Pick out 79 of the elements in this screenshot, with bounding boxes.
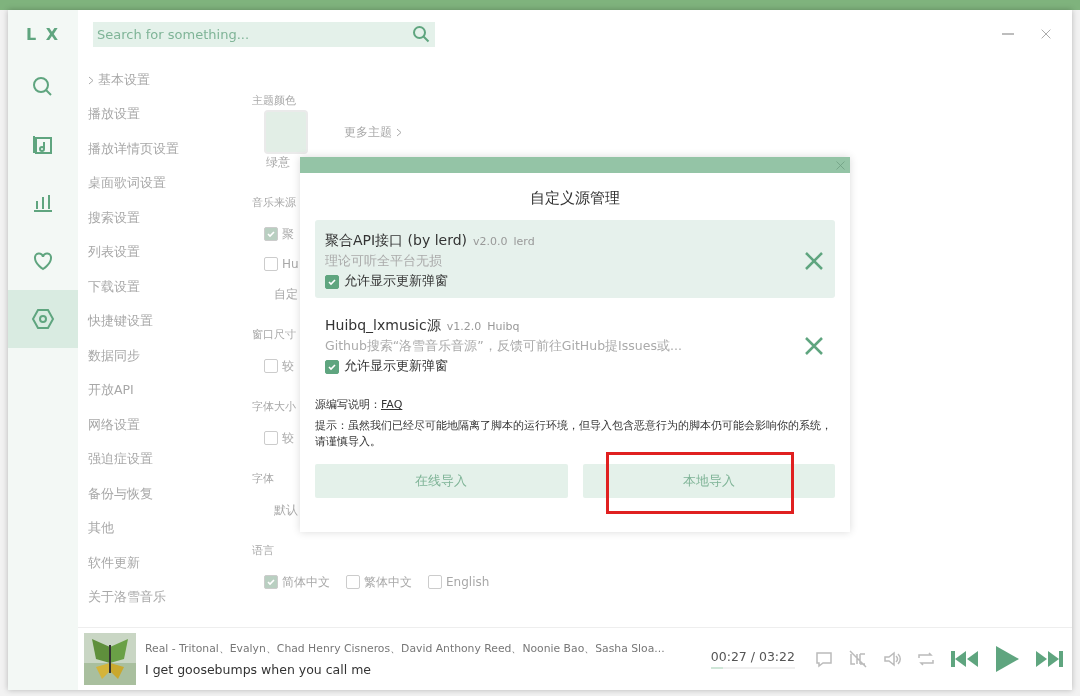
chevron-icon bbox=[396, 127, 402, 137]
source-version: v2.0.0 bbox=[473, 235, 508, 248]
section-label: 主题颜色 bbox=[252, 93, 296, 109]
song-artist: Real - Tritonal、Evalyn、Chad Henry Cisneros、David Anthony Reed、Noonie Bao、Sasha Sloa... bbox=[145, 641, 666, 656]
checkbox-label: 允许显示更新弹窗 bbox=[344, 273, 448, 290]
settings-nav-item[interactable]: 网络设置 bbox=[88, 408, 252, 443]
checkbox-option[interactable]: 较 bbox=[264, 429, 294, 447]
theme-swatch[interactable] bbox=[264, 110, 308, 154]
play-time: 00:27 / 03:22 bbox=[710, 649, 795, 664]
section-label: 字体 bbox=[252, 471, 274, 487]
import-button[interactable]: 本地导入 bbox=[582, 463, 835, 498]
chevron-icon bbox=[88, 75, 94, 85]
settings-nav-item[interactable]: 播放详情页设置 bbox=[88, 132, 252, 167]
more-themes-link[interactable]: 更多主题 bbox=[344, 123, 392, 141]
settings-nav-item[interactable]: 其他 bbox=[88, 511, 252, 546]
next-icon[interactable] bbox=[1034, 648, 1064, 670]
source-description: 理论可听全平台无损 bbox=[325, 253, 443, 270]
settings-nav-item[interactable]: 开放API bbox=[88, 373, 252, 408]
import-button[interactable]: 在线导入 bbox=[315, 463, 568, 498]
comment-icon[interactable] bbox=[814, 649, 834, 669]
remove-icon[interactable] bbox=[803, 250, 825, 272]
settings-nav-item[interactable]: 播放设置 bbox=[88, 97, 252, 132]
language-option[interactable]: 繁体中文 bbox=[346, 573, 412, 591]
source-version: v1.2.0 bbox=[446, 320, 482, 333]
source-item[interactable]: 聚合API接口 (by lerd) v2.0.0 lerd 理论可听全平台无损 允许显示更新弹窗 bbox=[315, 220, 835, 298]
check-icon bbox=[266, 229, 276, 239]
check-icon bbox=[327, 361, 337, 372]
source-author: lerd bbox=[513, 235, 535, 248]
settings-nav-item[interactable]: 软件更新 bbox=[88, 546, 252, 581]
theme-name: 绿意 bbox=[266, 153, 290, 171]
faq-line: 源编写说明：FAQ bbox=[315, 397, 404, 412]
settings-nav-item[interactable]: 数据同步 bbox=[88, 339, 252, 374]
checkbox-label: 允许显示更新弹窗 bbox=[344, 358, 448, 375]
option-link[interactable]: 默认 bbox=[274, 501, 298, 519]
language-option[interactable]: 简体中文 bbox=[264, 573, 330, 591]
close-icon[interactable] bbox=[1040, 28, 1052, 40]
checkbox[interactable] bbox=[325, 359, 339, 374]
checkbox-option[interactable]: 聚 bbox=[264, 225, 294, 243]
language-option[interactable]: English bbox=[428, 575, 490, 589]
remove-icon[interactable] bbox=[803, 335, 825, 357]
heart-icon bbox=[31, 249, 55, 273]
close-icon[interactable] bbox=[835, 159, 846, 171]
volume-icon[interactable] bbox=[882, 649, 902, 669]
settings-nav-item[interactable]: 强迫症设置 bbox=[88, 442, 252, 477]
music-note-icon bbox=[31, 133, 55, 157]
sidebar-item[interactable] bbox=[8, 290, 78, 348]
play-icon[interactable] bbox=[994, 645, 1020, 673]
settings-nav-item[interactable]: 下载设置 bbox=[88, 270, 252, 305]
option-link[interactable]: 自定 bbox=[274, 285, 298, 303]
check-icon bbox=[327, 276, 337, 287]
checkbox-option[interactable]: 较 bbox=[264, 357, 294, 375]
check-icon bbox=[266, 577, 276, 587]
dialog-title: 自定义源管理 bbox=[529, 188, 621, 209]
previous-icon[interactable] bbox=[950, 648, 980, 670]
faq-link[interactable]: FAQ bbox=[381, 398, 403, 411]
settings-nav-item[interactable]: 列表设置 bbox=[88, 235, 252, 270]
settings-nav-item[interactable]: 快捷键设置 bbox=[88, 304, 252, 339]
search-icon[interactable] bbox=[412, 24, 430, 43]
settings-nav-item[interactable]: 搜索设置 bbox=[88, 201, 252, 236]
source-author: Huibq bbox=[487, 320, 520, 333]
search-field[interactable]: Search for something... bbox=[93, 21, 435, 47]
lyric-icon[interactable] bbox=[848, 649, 868, 669]
settings-icon bbox=[31, 307, 55, 331]
settings-nav-item[interactable]: 关于洛雪音乐 bbox=[88, 580, 252, 615]
section-label: 音乐来源 bbox=[252, 195, 296, 211]
checkbox[interactable] bbox=[325, 274, 339, 289]
settings-nav-item[interactable]: 桌面歌词设置 bbox=[88, 166, 252, 201]
section-label: 字体大小 bbox=[252, 399, 296, 415]
app-logo: L X bbox=[24, 23, 62, 46]
source-name: Huibq_lxmusic源 bbox=[325, 317, 441, 335]
settings-nav-item[interactable]: 备份与恢复 bbox=[88, 477, 252, 512]
source-name: 聚合API接口 (by lerd) bbox=[325, 232, 468, 250]
hint-text: 提示：虽然我们已经尽可能地隔离了脚本的运行环境，但导入包含恶意行为的脚本仍可能会影响你的系统，请谨慎导入。 bbox=[315, 418, 833, 450]
source-description: Github搜索“洛雪音乐音源”，反馈可前往GitHub提Issues或... bbox=[325, 338, 683, 355]
section-label: 语言 bbox=[252, 543, 274, 559]
checkbox-option[interactable]: Hu bbox=[264, 257, 299, 271]
song-lyric: I get goosebumps when you call me bbox=[145, 661, 373, 677]
settings-nav-item[interactable]: 基本设置 bbox=[88, 63, 252, 98]
section-label: 窗口尺寸 bbox=[252, 327, 296, 343]
